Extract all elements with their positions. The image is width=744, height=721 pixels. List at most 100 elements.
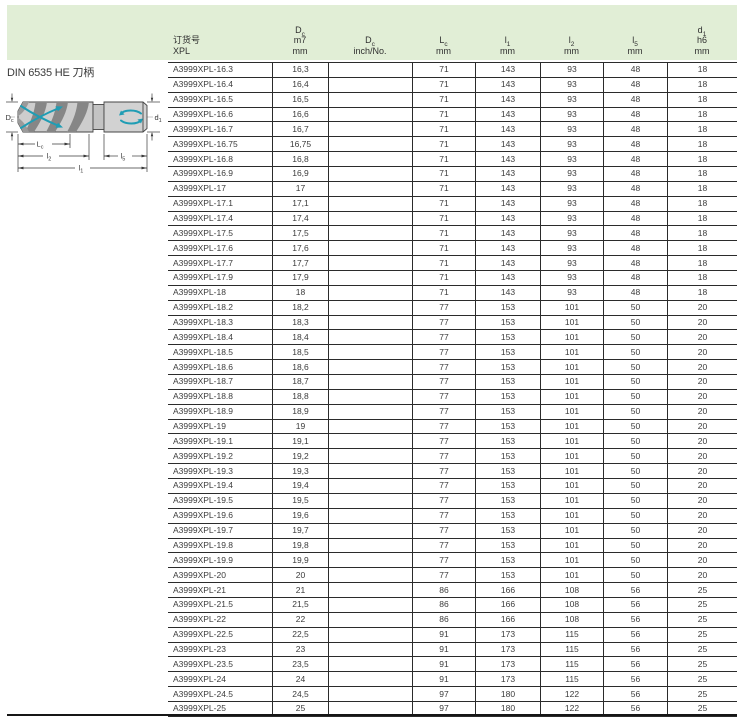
- order-number-cell: A3999XPL-17: [168, 182, 272, 196]
- spec-value-cell: [328, 479, 412, 493]
- spec-value-cell: 18: [272, 286, 328, 300]
- spec-value-cell: 17,6: [272, 241, 328, 255]
- spec-value-cell: 16,5: [272, 93, 328, 107]
- spec-value-cell: 71: [412, 226, 475, 240]
- spec-value-cell: 20: [667, 539, 737, 553]
- spec-value-cell: 93: [540, 78, 603, 92]
- spec-value-cell: 48: [603, 137, 667, 151]
- spec-value-cell: 18: [667, 256, 737, 270]
- table-row: A3999XPL-16.316,371143934818: [168, 63, 737, 78]
- spec-value-cell: 143: [475, 212, 540, 226]
- spec-value-cell: 18,6: [272, 360, 328, 374]
- table-row: A3999XPL-181871143934818: [168, 286, 737, 301]
- spec-value-cell: [328, 657, 412, 671]
- spec-value-cell: 71: [412, 241, 475, 255]
- spec-value-cell: 173: [475, 643, 540, 657]
- spec-value-cell: 101: [540, 360, 603, 374]
- spec-value-cell: 48: [603, 286, 667, 300]
- spec-value-cell: 50: [603, 375, 667, 389]
- order-number-cell: A3999XPL-17.1: [168, 197, 272, 211]
- spec-value-cell: 71: [412, 182, 475, 196]
- order-number-cell: A3999XPL-22: [168, 613, 272, 627]
- spec-value-cell: 91: [412, 643, 475, 657]
- spec-value-cell: 50: [603, 464, 667, 478]
- order-number-cell: A3999XPL-24.5: [168, 687, 272, 701]
- spec-value-cell: 50: [603, 524, 667, 538]
- spec-value-cell: 48: [603, 212, 667, 226]
- order-number-cell: A3999XPL-16.8: [168, 152, 272, 166]
- spec-value-cell: 18: [667, 286, 737, 300]
- spec-value-cell: 77: [412, 316, 475, 330]
- spec-value-cell: 50: [603, 345, 667, 359]
- table-row: A3999XPL-18.718,7771531015020: [168, 375, 737, 390]
- dimension-label-l5: l5: [121, 152, 126, 163]
- spec-value-cell: [328, 152, 412, 166]
- order-number-cell: A3999XPL-18.7: [168, 375, 272, 389]
- spec-value-cell: 18: [667, 93, 737, 107]
- table-row: A3999XPL-22.522,5911731155625: [168, 628, 737, 643]
- spec-value-cell: 20: [667, 390, 737, 404]
- spec-value-cell: 18: [667, 63, 737, 77]
- column-header-dc-inch: Dc inch/No.: [328, 5, 412, 60]
- order-number-cell: A3999XPL-17.6: [168, 241, 272, 255]
- bottom-rule: [7, 714, 737, 716]
- spec-value-cell: 19,3: [272, 464, 328, 478]
- spec-value-cell: 19,6: [272, 509, 328, 523]
- spec-value-cell: 101: [540, 568, 603, 582]
- spec-value-cell: 101: [540, 553, 603, 567]
- table-row: A3999XPL-16.916,971143934818: [168, 167, 737, 182]
- column-header-dc-mm: Dc m7 mm: [272, 5, 328, 60]
- spec-value-cell: [328, 122, 412, 136]
- spec-value-cell: 18: [667, 197, 737, 211]
- order-number-cell: A3999XPL-23: [168, 643, 272, 657]
- spec-value-cell: 108: [540, 613, 603, 627]
- table-row: A3999XPL-16.416,471143934818: [168, 78, 737, 93]
- drill-neck: [93, 105, 104, 130]
- spec-value-cell: [328, 360, 412, 374]
- spec-value-cell: 17,9: [272, 271, 328, 285]
- spec-value-cell: 71: [412, 78, 475, 92]
- drill-diagram: Dc d1 Lc l2 l5 l1: [5, 92, 163, 184]
- order-number-cell: A3999XPL-23.5: [168, 657, 272, 671]
- spec-value-cell: 173: [475, 672, 540, 686]
- spec-value-cell: 153: [475, 330, 540, 344]
- spec-value-cell: 50: [603, 479, 667, 493]
- spec-value-cell: 25: [667, 613, 737, 627]
- order-number-cell: A3999XPL-19.7: [168, 524, 272, 538]
- spec-value-cell: 153: [475, 449, 540, 463]
- spec-value-cell: 153: [475, 405, 540, 419]
- spec-value-cell: 24,5: [272, 687, 328, 701]
- spec-value-cell: [328, 286, 412, 300]
- spec-value-cell: 21: [272, 583, 328, 597]
- table-row: A3999XPL-17.417,471143934818: [168, 212, 737, 227]
- spec-value-cell: 77: [412, 390, 475, 404]
- table-row: A3999XPL-16.716,771143934818: [168, 122, 737, 137]
- spec-value-cell: 71: [412, 167, 475, 181]
- spec-value-cell: 50: [603, 405, 667, 419]
- spec-value-cell: 23,5: [272, 657, 328, 671]
- spec-value-cell: 143: [475, 108, 540, 122]
- spec-value-cell: 77: [412, 568, 475, 582]
- spec-value-cell: 48: [603, 197, 667, 211]
- table-row: A3999XPL-18.218,2771531015020: [168, 301, 737, 316]
- spec-value-cell: 86: [412, 613, 475, 627]
- table-row: A3999XPL-18.618,6771531015020: [168, 360, 737, 375]
- spec-value-cell: 16,8: [272, 152, 328, 166]
- spec-value-cell: 18: [667, 212, 737, 226]
- spec-value-cell: 20: [667, 434, 737, 448]
- spec-value-cell: 24: [272, 672, 328, 686]
- spec-value-cell: 50: [603, 330, 667, 344]
- dimension-label-dc: Dc: [6, 113, 14, 124]
- spec-value-cell: 50: [603, 360, 667, 374]
- spec-value-cell: [328, 330, 412, 344]
- spec-value-cell: [328, 509, 412, 523]
- spec-value-cell: 143: [475, 137, 540, 151]
- spec-value-cell: 25: [667, 687, 737, 701]
- spec-value-cell: 93: [540, 167, 603, 181]
- spec-value-cell: 77: [412, 375, 475, 389]
- order-number-cell: A3999XPL-19.2: [168, 449, 272, 463]
- spec-value-cell: 153: [475, 464, 540, 478]
- table-row: A3999XPL-19.119,1771531015020: [168, 434, 737, 449]
- table-row: A3999XPL-24.524,5971801225625: [168, 687, 737, 702]
- spec-value-cell: 20: [667, 568, 737, 582]
